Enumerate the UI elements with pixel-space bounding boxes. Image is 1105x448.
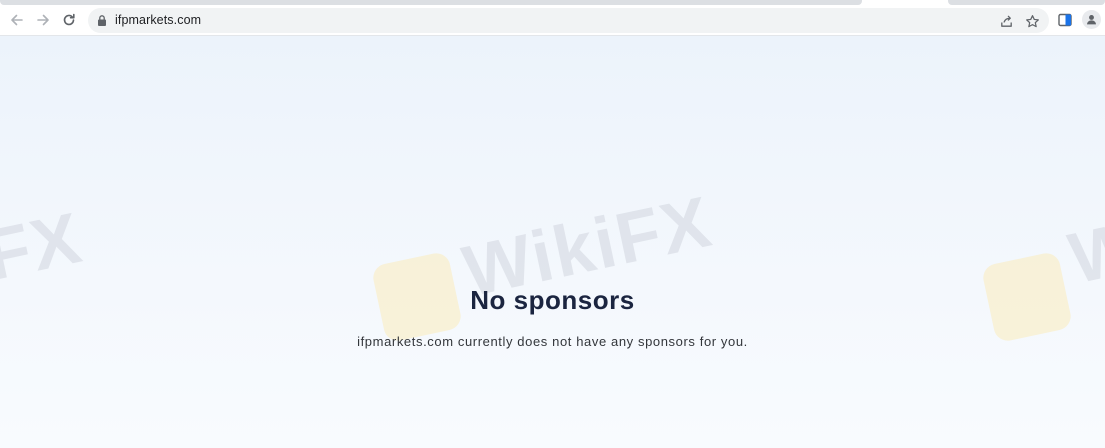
bookmark-button[interactable] (1023, 12, 1041, 30)
reload-button[interactable] (57, 8, 81, 32)
no-sponsors-message: ifpmarkets.com currently does not have a… (357, 334, 748, 349)
forward-button[interactable] (31, 8, 55, 32)
watermark-text-left: FX (0, 197, 90, 297)
side-panel-button[interactable] (1054, 9, 1076, 31)
reload-icon (63, 13, 75, 26)
star-icon (1025, 14, 1039, 27)
url-text[interactable]: ifpmarkets.com (115, 13, 201, 27)
page-heading: No sponsors (470, 285, 635, 315)
page-content: FX WikiFX W No sponsors ifpmarkets.com c… (0, 36, 1105, 448)
share-button[interactable] (997, 12, 1015, 30)
profile-button[interactable] (1082, 10, 1101, 29)
tab-strip-inactive-right[interactable] (948, 0, 1105, 5)
tab-strip-inactive[interactable] (0, 0, 862, 5)
back-button[interactable] (5, 8, 29, 32)
browser-toolbar: ifpmarkets.com (0, 6, 1105, 36)
address-bar[interactable]: ifpmarkets.com (88, 8, 1049, 33)
side-panel-icon (1058, 13, 1072, 27)
arrow-right-icon (37, 14, 49, 26)
arrow-left-icon (11, 14, 23, 26)
share-icon (1000, 15, 1012, 27)
lock-icon[interactable] (96, 14, 108, 27)
profile-icon (1087, 15, 1096, 25)
